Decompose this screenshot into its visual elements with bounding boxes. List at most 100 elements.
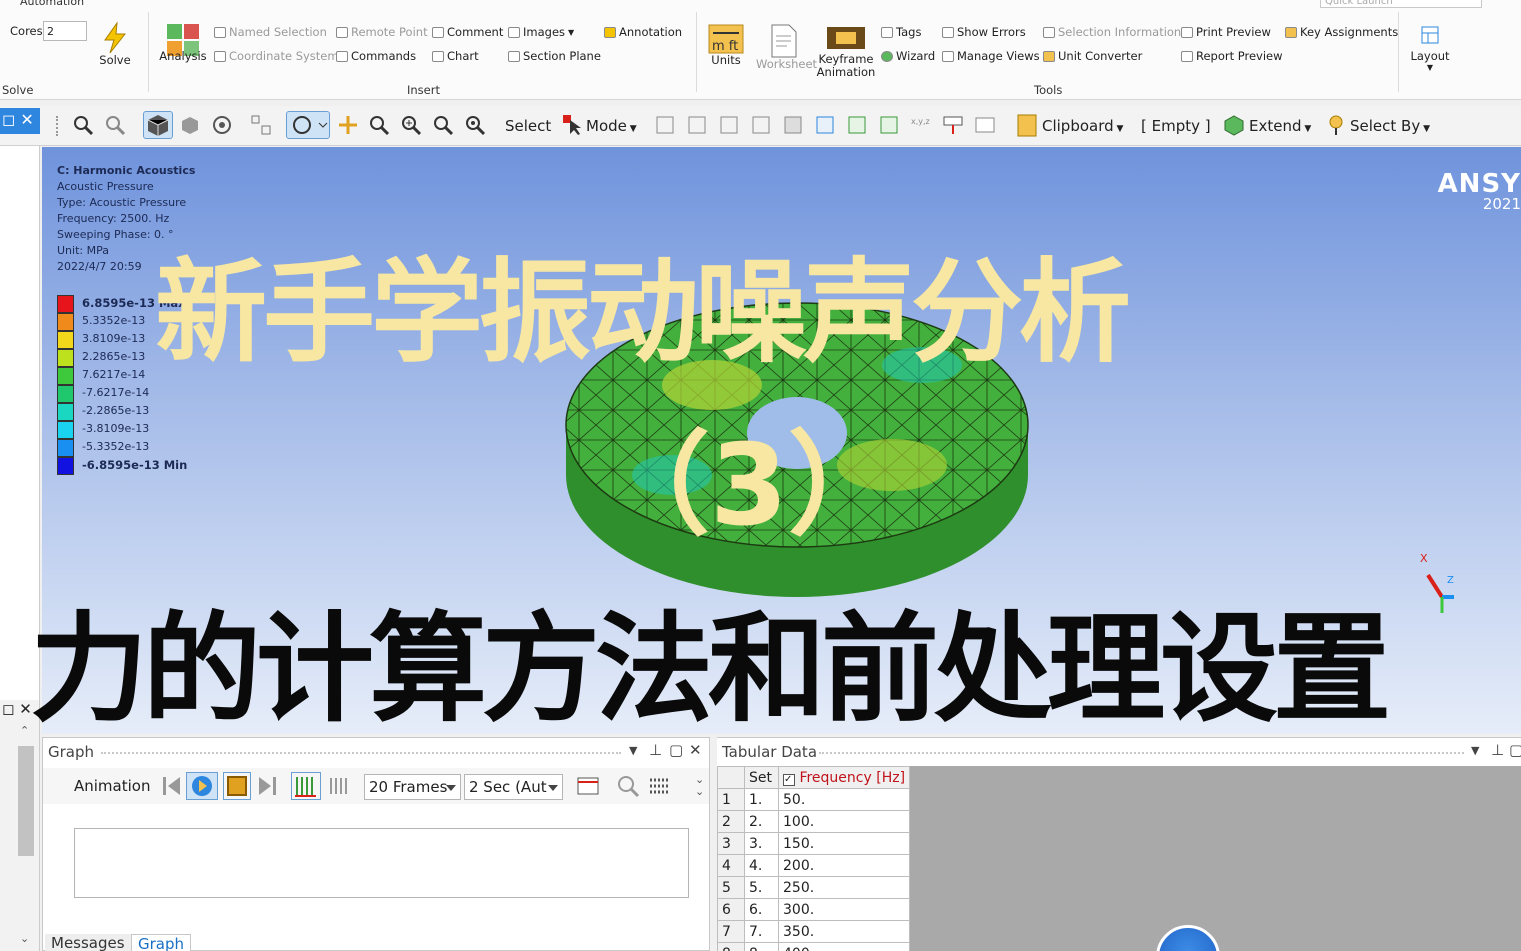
zoom-out-icon[interactable] [104, 114, 126, 136]
selection-information-button[interactable]: Selection Information [1043, 25, 1181, 39]
frame-grid-icon[interactable] [648, 774, 672, 798]
rotate-icon[interactable] [286, 111, 330, 139]
select-element-face-icon[interactable] [814, 114, 836, 136]
scrollbar[interactable]: ⌃ ⌄ [16, 724, 36, 951]
chart-button[interactable]: Chart [432, 49, 479, 63]
key-assignments-button[interactable]: Key Assignments [1285, 25, 1398, 39]
chevron-down-icon[interactable]: ⌄ [20, 932, 29, 945]
clipboard-icon[interactable] [1016, 113, 1038, 137]
select-vertex-icon[interactable] [654, 114, 676, 136]
chevron-down-icon[interactable]: ▼ [1471, 744, 1479, 757]
quick-launch-input[interactable]: Quick Launch [1320, 0, 1482, 8]
export-video-icon[interactable] [576, 774, 600, 798]
section-plane-button[interactable]: Section Plane [508, 49, 601, 63]
table-row[interactable]: 4 4. 200. [717, 854, 911, 877]
graph-area[interactable] [74, 828, 689, 898]
checkbox-icon[interactable]: ✓ [783, 773, 795, 786]
outline-panel-tab[interactable]: ◻ ✕ [0, 108, 40, 134]
tab-automation[interactable]: Automation [20, 0, 84, 8]
label-icon[interactable] [974, 114, 996, 136]
select-node-icon[interactable] [782, 114, 804, 136]
comment-button[interactable]: Comment [432, 25, 503, 39]
table-row[interactable]: 1 1. 50. [717, 788, 911, 811]
mode-dropdown[interactable]: Mode ▼ [586, 117, 637, 135]
frames-dropdown[interactable]: 20 Frames [364, 774, 461, 800]
annotation-button[interactable]: Annotation [604, 25, 682, 39]
stop-icon[interactable] [223, 772, 251, 800]
select-by-dropdown[interactable]: Select By ▼ [1350, 117, 1430, 135]
chevron-down-icon[interactable]: ▼ [629, 744, 637, 757]
pin-icon[interactable]: ⊥ [1491, 741, 1504, 759]
iso-view-icon[interactable] [143, 111, 173, 139]
report-preview-button[interactable]: Report Preview [1181, 49, 1283, 63]
shaded-view-icon[interactable] [179, 114, 201, 136]
next-frame-icon[interactable] [257, 774, 277, 798]
select-by-icon[interactable] [1325, 114, 1347, 136]
distributed-frames-icon[interactable] [291, 772, 321, 800]
select-edge-icon[interactable] [686, 114, 708, 136]
pin-icon[interactable]: ⊥ [649, 741, 662, 759]
zoom-extents-icon[interactable] [464, 114, 486, 136]
layout-button[interactable]: Layout ▼ [1405, 26, 1455, 72]
toolbar-grip[interactable] [56, 116, 60, 136]
details-panel-controls[interactable]: ◻ ✕ [2, 700, 32, 718]
table-row[interactable]: 6 6. 300. [717, 898, 911, 921]
table-row[interactable]: 3 3. 150. [717, 832, 911, 855]
extend-dropdown[interactable]: Extend ▼ [1249, 117, 1311, 135]
remote-point-button[interactable]: Remote Point [336, 25, 428, 39]
tab-messages[interactable]: Messages [45, 934, 131, 951]
select-mesh-icon[interactable] [878, 114, 900, 136]
show-errors-button[interactable]: Show Errors [942, 25, 1026, 39]
column-header-frequency[interactable]: ✓ Frequency [Hz] [777, 766, 911, 789]
pan-icon[interactable] [337, 114, 359, 136]
named-selection-button[interactable]: Named Selection [214, 25, 327, 39]
duration-dropdown[interactable]: 2 Sec (Aut [464, 774, 563, 800]
solve-button[interactable]: Solve [95, 21, 135, 67]
box-zoom-icon[interactable] [400, 114, 422, 136]
table-row[interactable]: 2 2. 100. [717, 810, 911, 833]
select-element-icon[interactable] [846, 114, 868, 136]
tags-button[interactable]: Tags [881, 25, 921, 39]
table-row[interactable]: 88.400. [717, 942, 911, 951]
commands-button[interactable]: Commands [336, 49, 416, 63]
select-body-icon[interactable] [750, 114, 772, 136]
table-row[interactable]: 5 5. 250. [717, 876, 911, 899]
zoom-graph-icon[interactable] [616, 774, 640, 798]
coordinate-icon[interactable]: x,y,z [910, 114, 932, 136]
toolbar-overflow-icon[interactable]: ⌄ ⌄ [695, 774, 709, 798]
units-button[interactable]: m ft Units [704, 24, 748, 67]
images-button[interactable]: Images ▼ [508, 25, 574, 39]
close-icon[interactable]: ✕ [689, 741, 702, 759]
cursor-mode-icon[interactable] [562, 114, 584, 136]
unit-converter-button[interactable]: Unit Converter [1043, 49, 1142, 63]
close-icon[interactable]: ✕ [20, 110, 33, 129]
coordinate-system-button[interactable]: Coordinate System [214, 49, 339, 63]
probe-icon[interactable] [942, 114, 964, 136]
restore-icon[interactable]: ◻ [2, 110, 15, 129]
print-preview-button[interactable]: Print Preview [1181, 25, 1271, 39]
extend-icon[interactable] [1223, 114, 1245, 136]
scrollbar-thumb[interactable] [18, 746, 34, 856]
clipboard-dropdown[interactable]: Clipboard ▼ [1042, 117, 1123, 135]
coordinate-triad[interactable] [1422, 567, 1462, 617]
play-icon[interactable] [186, 772, 218, 800]
cores-input[interactable]: 2 [43, 21, 87, 41]
grid-view-icon[interactable] [250, 114, 272, 136]
previous-frame-icon[interactable] [162, 774, 182, 798]
zoom-fit-icon[interactable] [432, 114, 454, 136]
select-face-icon[interactable] [718, 114, 740, 136]
worksheet-button[interactable]: Worksheet [756, 24, 817, 71]
column-header-set[interactable]: Set [744, 766, 779, 789]
tab-graph[interactable]: Graph [131, 934, 192, 951]
view-options-icon[interactable] [211, 114, 233, 136]
frequency-table[interactable]: Set ✓ Frequency [Hz] 1 1. 50. 2 2. 100. 3 3. 150… [717, 766, 911, 951]
zoom-icon[interactable] [368, 114, 390, 136]
keyframe-animation-button[interactable]: Keyframe Animation [816, 24, 876, 79]
table-row[interactable]: 7 7. 350. [717, 920, 911, 943]
zoom-to-fit-icon[interactable] [72, 114, 94, 136]
chevron-up-icon[interactable]: ⌃ [20, 724, 29, 737]
manage-views-button[interactable]: Manage Views [942, 49, 1040, 63]
wizard-button[interactable]: Wizard [881, 49, 935, 63]
analysis-button[interactable]: Analysis [158, 22, 208, 63]
maximize-icon[interactable]: ▢ [1509, 741, 1521, 759]
